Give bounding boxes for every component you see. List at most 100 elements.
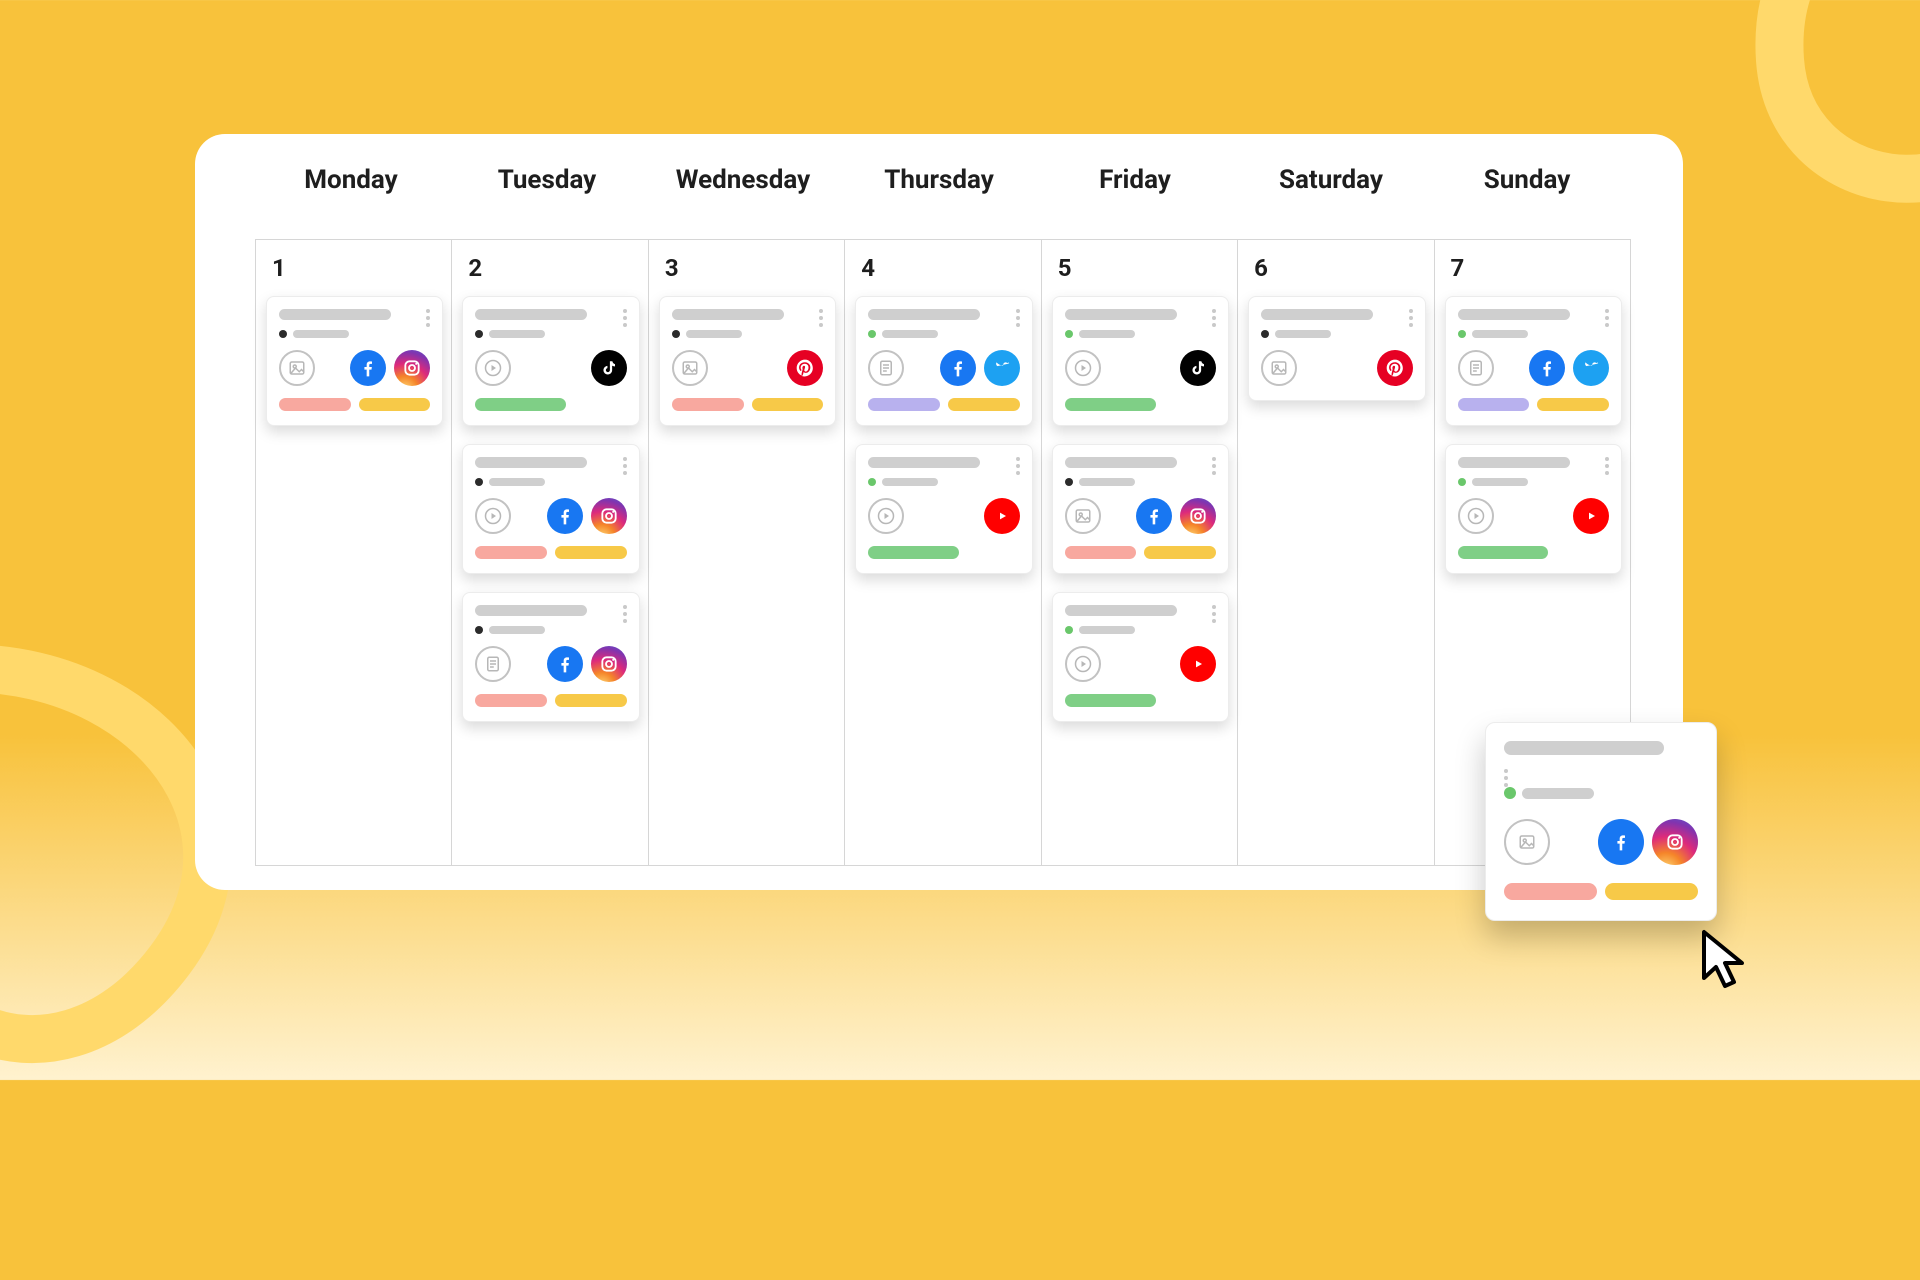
card-menu-icon[interactable] <box>819 309 823 327</box>
media-type-image-icon <box>279 350 315 386</box>
tag-pill <box>555 546 627 559</box>
facebook-icon <box>1136 498 1172 534</box>
post-card[interactable] <box>659 296 836 426</box>
tag-pill <box>1458 398 1530 411</box>
card-subtitle-skeleton <box>489 330 545 338</box>
status-dot <box>475 330 483 338</box>
card-menu-icon[interactable] <box>623 457 627 475</box>
card-menu-icon[interactable] <box>426 309 430 327</box>
post-card[interactable] <box>462 592 639 722</box>
tag-pill <box>948 398 1020 411</box>
tag-pill <box>1065 546 1137 559</box>
day-header: Monday <box>253 165 449 195</box>
card-menu-icon[interactable] <box>1212 457 1216 475</box>
facebook-icon <box>350 350 386 386</box>
instagram-icon <box>591 498 627 534</box>
day-number: 6 <box>1254 254 1425 282</box>
instagram-icon <box>394 350 430 386</box>
day-header: Thursday <box>841 165 1037 195</box>
card-menu-icon[interactable] <box>623 309 627 327</box>
post-card[interactable] <box>855 444 1032 574</box>
youtube-icon <box>984 498 1020 534</box>
day-column[interactable]: 6 <box>1238 239 1434 866</box>
card-subtitle-skeleton <box>882 478 938 486</box>
day-number: 7 <box>1451 254 1622 282</box>
card-menu-icon[interactable] <box>1016 457 1020 475</box>
card-menu-icon[interactable] <box>1605 457 1609 475</box>
tag-pill <box>359 398 431 411</box>
status-dot <box>1065 330 1073 338</box>
card-subtitle-skeleton <box>882 330 938 338</box>
instagram-icon <box>1180 498 1216 534</box>
pinterest-icon <box>1377 350 1413 386</box>
card-subtitle-skeleton <box>1472 330 1528 338</box>
post-card[interactable] <box>1052 444 1229 574</box>
facebook-icon <box>1529 350 1565 386</box>
tag-pill <box>672 398 744 411</box>
day-header: Saturday <box>1233 165 1429 195</box>
instagram-icon <box>591 646 627 682</box>
post-card[interactable] <box>1052 592 1229 722</box>
media-type-image-icon <box>1065 498 1101 534</box>
card-title-skeleton <box>475 309 587 320</box>
dragging-card[interactable] <box>1485 722 1717 921</box>
post-card[interactable] <box>266 296 443 426</box>
day-column[interactable]: 3 <box>649 239 845 866</box>
card-title-skeleton <box>1458 309 1570 320</box>
media-type-image-icon <box>672 350 708 386</box>
card-subtitle-skeleton <box>1472 478 1528 486</box>
facebook-icon <box>1598 819 1644 865</box>
card-title-skeleton <box>1504 741 1664 755</box>
card-title-skeleton <box>868 309 980 320</box>
media-type-image-icon <box>1261 350 1297 386</box>
card-title-skeleton <box>672 309 784 320</box>
day-column[interactable]: 4 <box>845 239 1041 866</box>
day-column[interactable]: 5 <box>1042 239 1238 866</box>
card-title-skeleton <box>1065 309 1177 320</box>
day-number: 3 <box>665 254 836 282</box>
status-dot <box>279 330 287 338</box>
card-menu-icon[interactable] <box>1504 769 1698 787</box>
post-card[interactable] <box>1445 444 1622 574</box>
card-menu-icon[interactable] <box>1212 605 1216 623</box>
card-menu-icon[interactable] <box>623 605 627 623</box>
status-dot <box>475 478 483 486</box>
card-title-skeleton <box>279 309 391 320</box>
card-menu-icon[interactable] <box>1605 309 1609 327</box>
twitter-icon <box>984 350 1020 386</box>
tag-pill <box>1504 883 1597 900</box>
status-dot <box>1065 626 1073 634</box>
tag-pill <box>555 694 627 707</box>
post-card[interactable] <box>462 444 639 574</box>
cursor-icon <box>1698 928 1758 998</box>
facebook-icon <box>940 350 976 386</box>
card-title-skeleton <box>868 457 980 468</box>
youtube-icon <box>1573 498 1609 534</box>
tag-pill <box>1144 546 1216 559</box>
youtube-icon <box>1180 646 1216 682</box>
card-menu-icon[interactable] <box>1212 309 1216 327</box>
day-column[interactable]: 1 <box>255 239 452 866</box>
card-menu-icon[interactable] <box>1409 309 1413 327</box>
post-card[interactable] <box>855 296 1032 426</box>
facebook-icon <box>547 646 583 682</box>
post-card[interactable] <box>1248 296 1425 401</box>
calendar-grid: 1 2 <box>255 239 1631 866</box>
post-card[interactable] <box>1445 296 1622 426</box>
card-title-skeleton <box>1261 309 1373 320</box>
card-title-skeleton <box>1458 457 1570 468</box>
day-number: 5 <box>1058 254 1229 282</box>
day-header: Wednesday <box>645 165 841 195</box>
day-column[interactable]: 2 <box>452 239 648 866</box>
media-type-doc-icon <box>868 350 904 386</box>
day-number: 4 <box>861 254 1032 282</box>
tag-pill <box>1458 546 1549 559</box>
status-dot <box>1261 330 1269 338</box>
day-header: Sunday <box>1429 165 1625 195</box>
media-type-video-icon <box>1065 646 1101 682</box>
tiktok-icon <box>591 350 627 386</box>
card-menu-icon[interactable] <box>1016 309 1020 327</box>
calendar-headers: MondayTuesdayWednesdayThursdayFridaySatu… <box>195 134 1683 226</box>
post-card[interactable] <box>1052 296 1229 426</box>
post-card[interactable] <box>462 296 639 426</box>
